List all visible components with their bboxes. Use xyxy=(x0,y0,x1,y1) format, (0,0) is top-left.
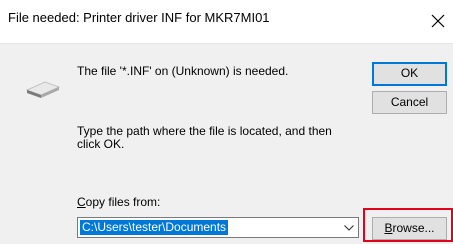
copy-files-from-label: Copy files from: xyxy=(77,195,160,209)
copy-label-text: opy files from: xyxy=(85,195,161,209)
dropdown-arrow-button[interactable] xyxy=(342,221,356,234)
title-bar: File needed: Printer driver INF for MKR7… xyxy=(0,0,453,44)
copy-label-mnemonic: C xyxy=(77,195,86,209)
ok-button[interactable]: OK xyxy=(372,62,447,86)
browse-label-text: rowse... xyxy=(392,221,435,235)
chevron-down-icon xyxy=(344,224,354,231)
instruction-text: Type the path where the file is located,… xyxy=(77,124,332,151)
close-button[interactable] xyxy=(425,6,451,36)
copy-from-path-combobox[interactable]: C:\Users\tester\Documents xyxy=(77,217,359,238)
cancel-button[interactable]: Cancel xyxy=(372,91,447,114)
close-icon xyxy=(431,14,445,28)
file-needed-message: The file '*.INF' on (Unknown) is needed. xyxy=(77,64,289,78)
file-needed-dialog: File needed: Printer driver INF for MKR7… xyxy=(0,0,453,244)
browse-mnemonic: B xyxy=(384,221,393,235)
browse-button[interactable]: Browse... xyxy=(372,217,447,240)
path-input-value[interactable]: C:\Users\tester\Documents xyxy=(80,220,229,235)
drive-icon xyxy=(25,81,61,98)
dialog-title: File needed: Printer driver INF for MKR7… xyxy=(8,10,270,25)
